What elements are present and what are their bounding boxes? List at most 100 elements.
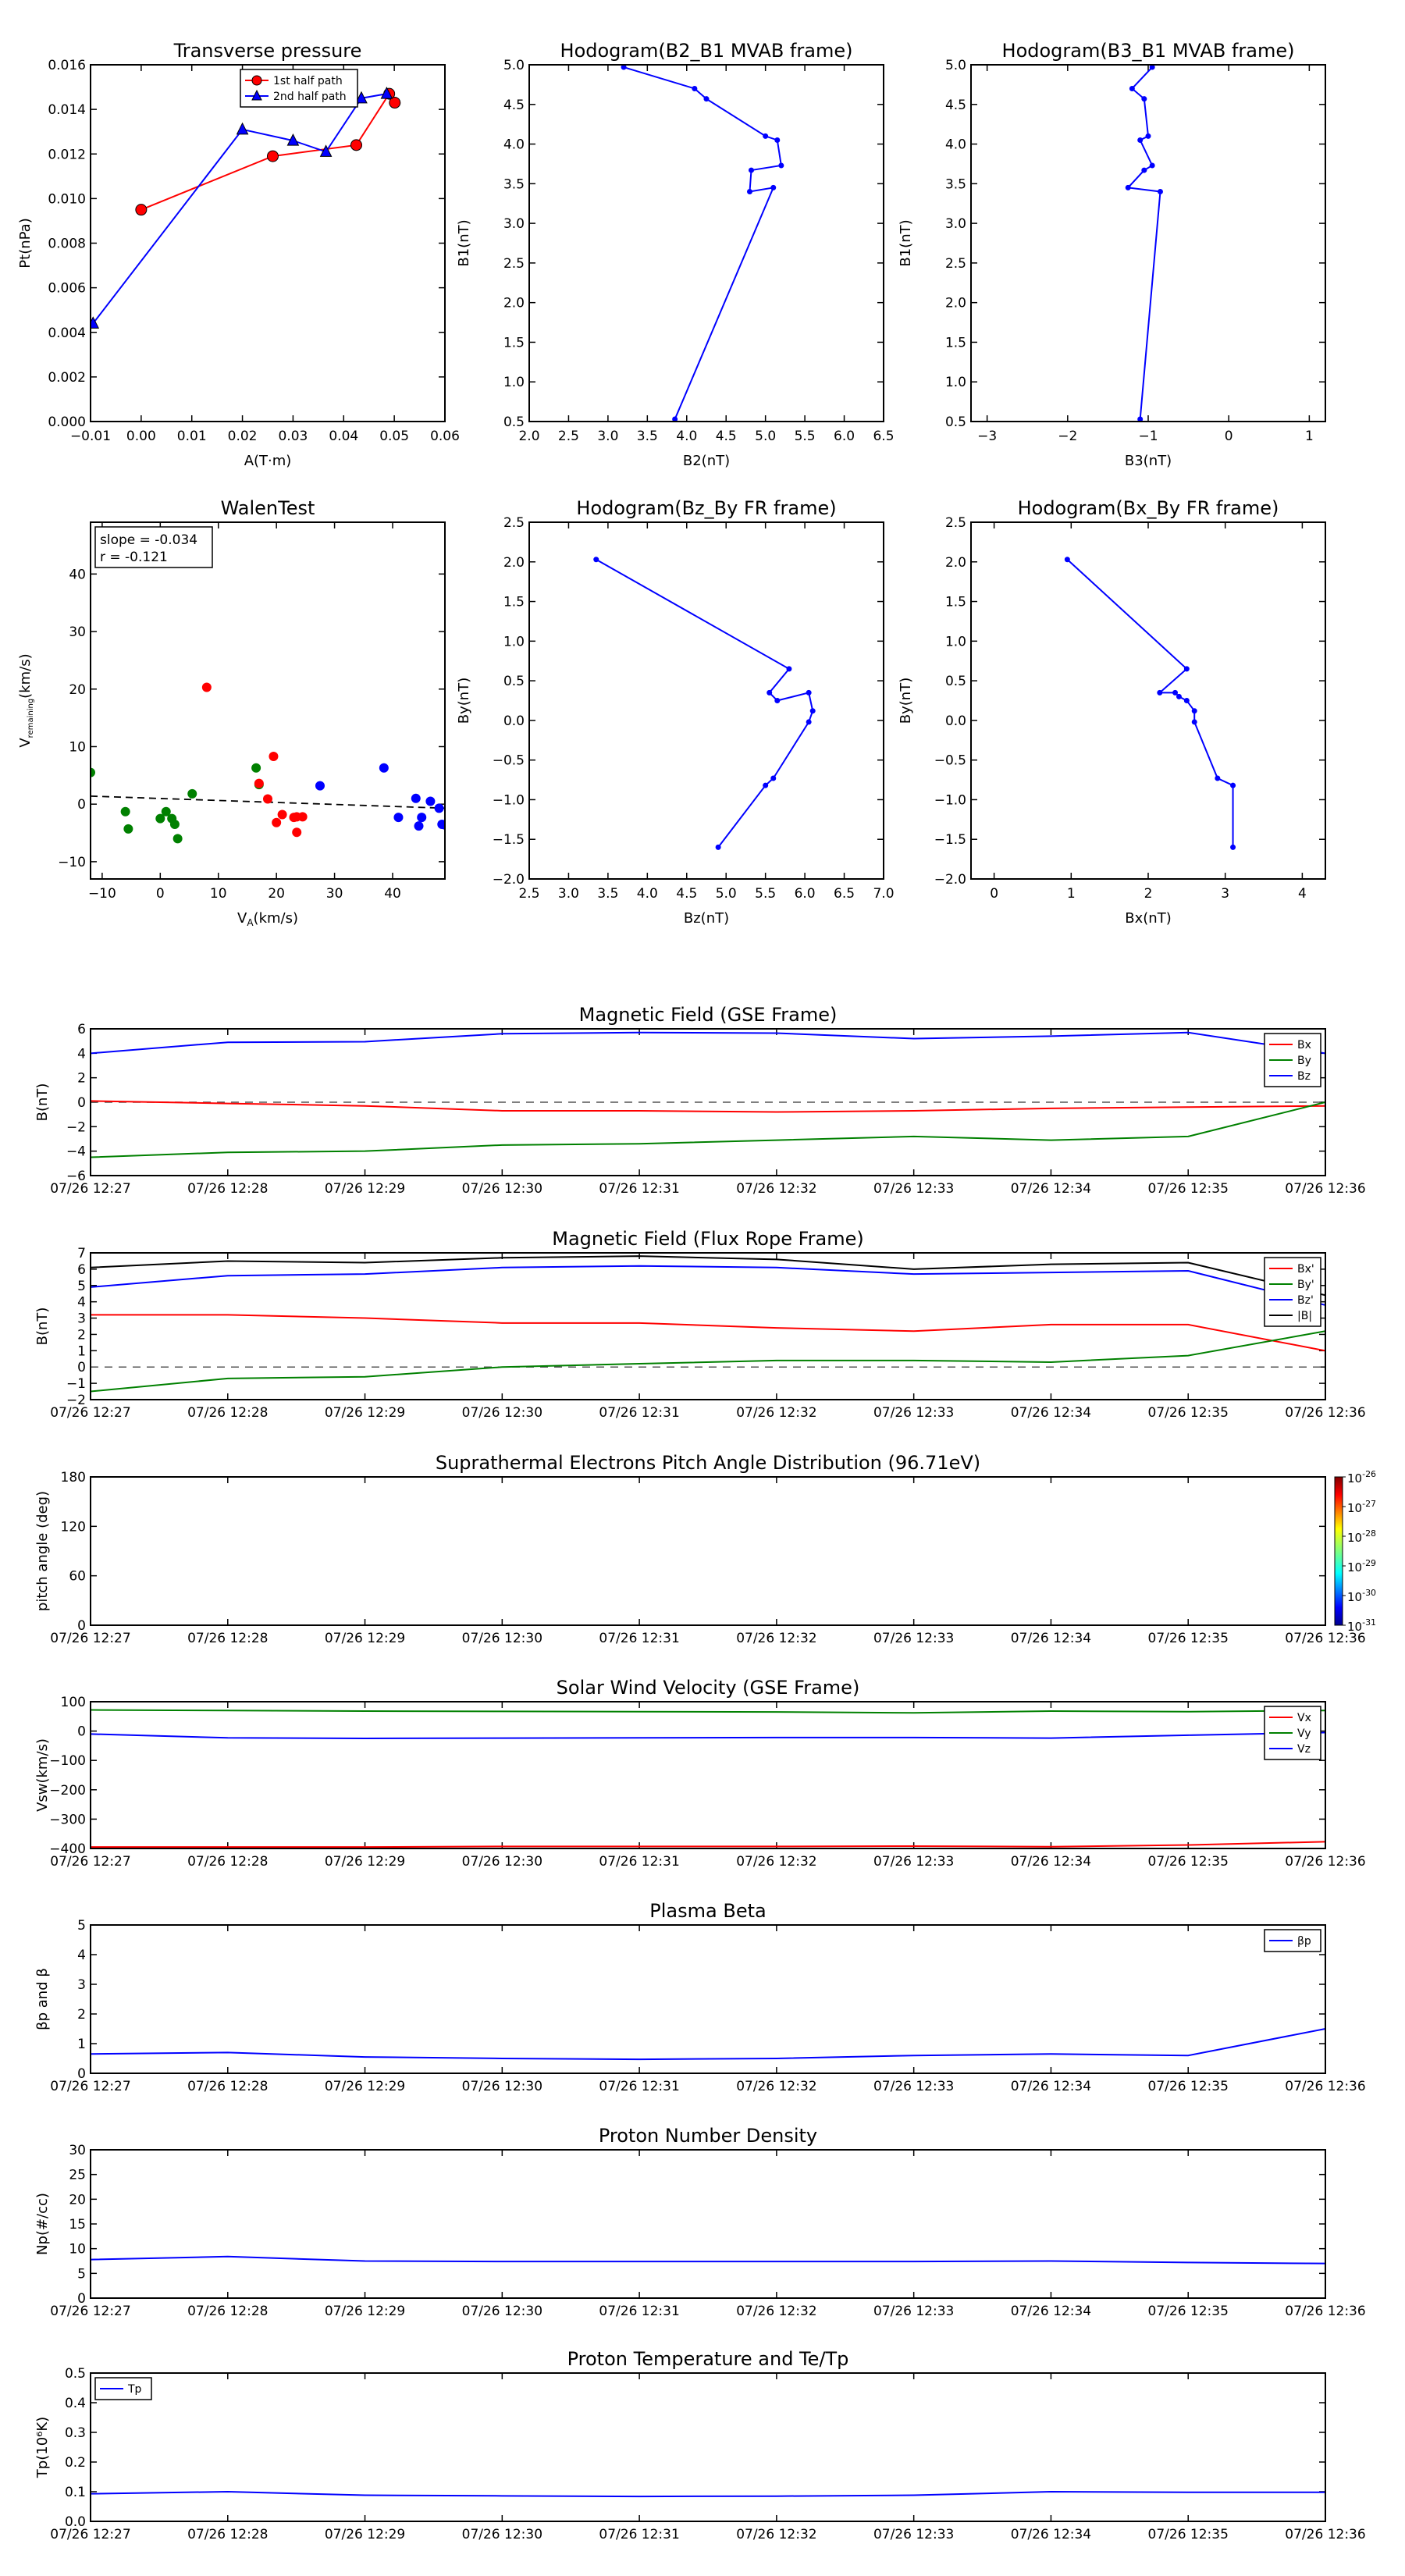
scatter-point bbox=[277, 809, 287, 820]
y-tick-label: 5.0 bbox=[945, 58, 966, 73]
y-tick-label: 2 bbox=[77, 1071, 86, 1087]
series-0-line bbox=[91, 2255, 1325, 2265]
y-tick-label: 4.0 bbox=[503, 137, 525, 153]
x-tick-label: 07/26 12:33 bbox=[873, 1181, 954, 1197]
legend-label: 1st half path bbox=[273, 75, 343, 87]
chart-title: Hodogram(B2_B1 MVAB frame) bbox=[560, 40, 853, 62]
y-tick-label: 2.0 bbox=[945, 555, 966, 571]
series-0-line bbox=[1066, 558, 1234, 848]
x-tick-label: 07/26 12:27 bbox=[50, 2527, 130, 2542]
colorbar-label: 10-31 bbox=[1347, 1617, 1376, 1634]
legend-label: Vx bbox=[1297, 1712, 1311, 1724]
plot-area bbox=[1064, 557, 1236, 850]
colorbar-label: 10-29 bbox=[1347, 1558, 1376, 1574]
legend: 1st half path 2nd half path bbox=[240, 69, 358, 108]
scatter-point bbox=[297, 812, 308, 822]
y-tick-label: −200 bbox=[49, 1783, 86, 1799]
series-p-line bbox=[91, 2028, 1325, 2061]
figure-canvas: Transverse pressure0.0000.0020.0040.0060… bbox=[17, 40, 1376, 2542]
x-tick-label: 10 bbox=[210, 886, 227, 902]
legend: Bx' By' Bz' |B| bbox=[1264, 1257, 1321, 1327]
x-tick-label: 07/26 12:33 bbox=[873, 1854, 954, 1870]
y-tick-label: −1.0 bbox=[493, 792, 525, 808]
y-tick-label: 4 bbox=[77, 1046, 86, 1062]
plot-area bbox=[91, 1709, 1325, 1848]
data-point bbox=[1125, 184, 1131, 190]
data-point bbox=[1215, 775, 1221, 781]
scatter-point bbox=[411, 793, 421, 803]
chart-np: Proton Number Density05101520253007/26 1… bbox=[34, 2125, 1366, 2319]
x-tick-label: 07/26 12:30 bbox=[462, 1631, 542, 1646]
y-tick-label: 0 bbox=[77, 1724, 86, 1740]
y-axis-label: By(nT) bbox=[898, 678, 914, 724]
chart-title: Proton Temperature and Te/Tp bbox=[567, 2348, 849, 2370]
x-tick-label: 07/26 12:29 bbox=[325, 1854, 405, 1870]
plot-area bbox=[91, 1255, 1325, 1393]
x-tick-label: 07/26 12:32 bbox=[736, 2527, 816, 2542]
scatter-point bbox=[417, 813, 427, 823]
y-axis-label: Vsw(km/s) bbox=[34, 1738, 51, 1812]
y-tick-label: −100 bbox=[49, 1753, 86, 1769]
colorbar-exponent: -31 bbox=[1362, 1617, 1376, 1628]
scatter-point bbox=[201, 682, 212, 692]
y-tick-label: 0.000 bbox=[48, 415, 86, 430]
data-point bbox=[774, 698, 781, 703]
y-tick-label: 0.012 bbox=[48, 147, 86, 162]
y-tick-label: 10 bbox=[69, 739, 86, 755]
data-point bbox=[1157, 689, 1163, 696]
data-point bbox=[1183, 666, 1190, 672]
colorbar-label: 10-28 bbox=[1347, 1528, 1376, 1545]
x-tick-label: 1 bbox=[1067, 886, 1076, 902]
y-tick-label: 2.0 bbox=[503, 555, 525, 571]
annotation-text: slope = -0.034 bbox=[100, 532, 197, 548]
x-tick-label: 2.0 bbox=[518, 429, 539, 444]
x-tick-label: 07/26 12:27 bbox=[50, 1631, 130, 1646]
legend-label: 2nd half path bbox=[273, 91, 347, 103]
series-Vx-line bbox=[91, 1841, 1325, 1848]
y-tick-label: 2.5 bbox=[503, 515, 525, 531]
data-point bbox=[1191, 719, 1197, 725]
x-tick-label: 5.0 bbox=[716, 886, 737, 902]
colorbar-label: 10-30 bbox=[1347, 1588, 1376, 1604]
chart-walen: WalenTest −10 0 10 20 30 40 −10 0 10 20 30 40 VA(km/s… bbox=[17, 497, 446, 928]
x-tick-label: 4.0 bbox=[637, 886, 658, 902]
scatter-point bbox=[123, 824, 133, 834]
data-point bbox=[1129, 85, 1135, 91]
x-tick-label: 07/26 12:35 bbox=[1148, 1181, 1229, 1197]
x-tick-label: 0.04 bbox=[329, 429, 358, 444]
y-tick-label: 0.2 bbox=[65, 2455, 86, 2471]
y-tick-label: 2.0 bbox=[503, 296, 525, 311]
y-tick-label: 1.5 bbox=[503, 335, 525, 350]
y-axis-label: Pt(nPa) bbox=[17, 218, 34, 268]
y-tick-label: −2.0 bbox=[493, 872, 525, 888]
y-tick-label: 1.0 bbox=[945, 375, 966, 390]
y-tick-label: 100 bbox=[61, 1695, 86, 1710]
y-axis-label: βp and β bbox=[34, 1968, 51, 2030]
legend: Tp bbox=[94, 2377, 152, 2400]
chart-title: WalenTest bbox=[221, 497, 315, 519]
data-point bbox=[763, 782, 769, 788]
x-tick-label: 7.0 bbox=[873, 886, 894, 902]
series-Tp-line bbox=[91, 2490, 1325, 2498]
y-tick-label: −1 bbox=[66, 1376, 86, 1392]
x-tick-label: 30 bbox=[326, 886, 343, 902]
y-tick-label: 0.006 bbox=[48, 281, 86, 297]
scatter-point bbox=[173, 834, 183, 844]
legend-label: |B| bbox=[1297, 1310, 1312, 1322]
colorbar-label: 10-27 bbox=[1347, 1499, 1376, 1515]
plot-frame bbox=[90, 1701, 1326, 1849]
y-tick-label: 15 bbox=[69, 2217, 86, 2233]
x-tick-label: 07/26 12:30 bbox=[462, 2304, 542, 2319]
x-tick-label: 07/26 12:32 bbox=[736, 2304, 816, 2319]
x-tick-label: 07/26 12:33 bbox=[873, 2304, 954, 2319]
x-tick-label: 2.5 bbox=[558, 429, 579, 444]
x-tick-label: 07/26 12:28 bbox=[187, 1405, 268, 1421]
x-tick-label: 5.5 bbox=[755, 886, 776, 902]
colorbar-exponent: -29 bbox=[1362, 1558, 1376, 1568]
data-point bbox=[1157, 188, 1163, 194]
x-tick-label: 07/26 12:32 bbox=[736, 1854, 816, 1870]
x-tick-label: 07/26 12:30 bbox=[462, 2079, 542, 2094]
x-tick-label: 07/26 12:32 bbox=[736, 1405, 816, 1421]
data-point bbox=[1149, 162, 1155, 169]
y-tick-label: −0.5 bbox=[493, 753, 525, 769]
